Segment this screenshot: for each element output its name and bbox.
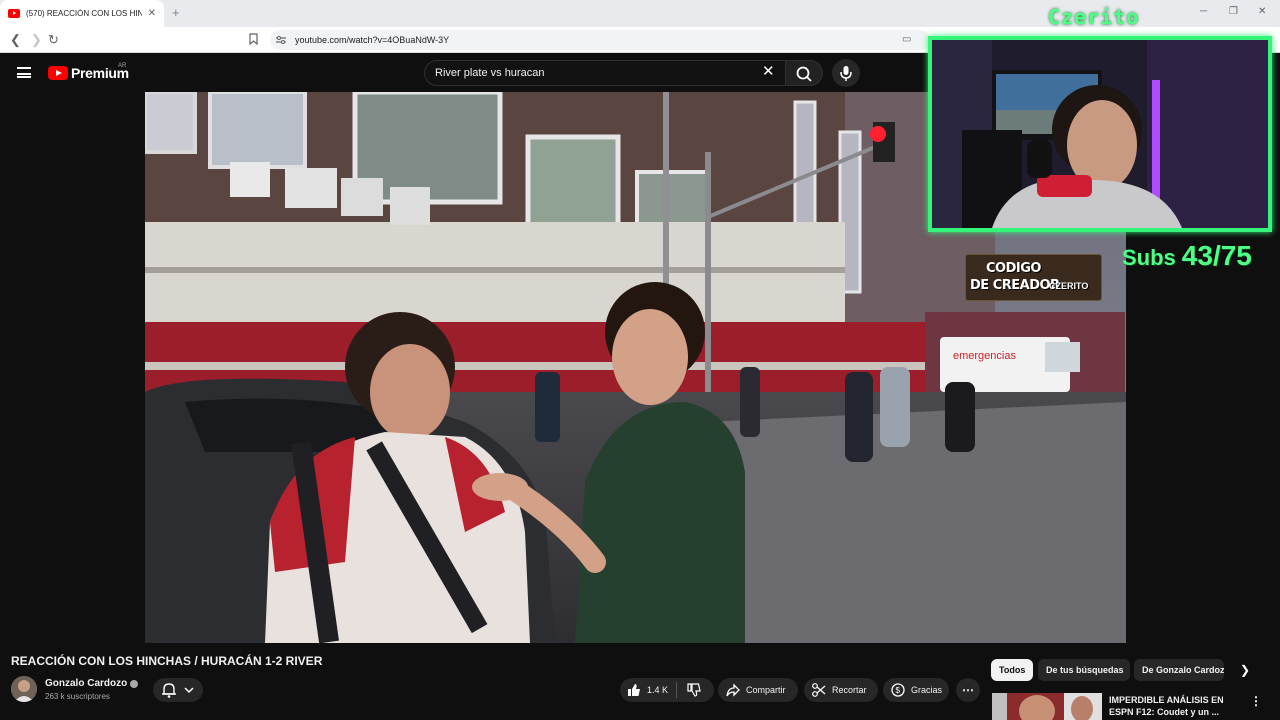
creator-code-name: CZERITO xyxy=(1049,281,1089,291)
forward-icon[interactable]: ❯ xyxy=(31,32,42,48)
thanks-label: Gracias xyxy=(911,685,943,695)
chip-from-searches[interactable]: De tus búsquedas xyxy=(1038,659,1130,681)
cast-icon[interactable]: ▭ xyxy=(902,34,911,45)
subs-goal: Subs 43/75 xyxy=(1122,240,1252,272)
new-tab-button[interactable]: + xyxy=(172,5,180,20)
subs-goal-label: Subs xyxy=(1122,245,1176,270)
avatar-image xyxy=(11,676,37,702)
more-vertical-icon[interactable]: ⋮ xyxy=(1250,694,1262,708)
browser-tab[interactable]: (570) REACCIÓN CON LOS HINCHAS ✕ xyxy=(0,0,164,27)
reload-icon[interactable]: ↻ xyxy=(48,32,59,48)
search-input[interactable]: River plate vs huracan xyxy=(424,60,786,86)
chip-all[interactable]: Todos xyxy=(991,659,1033,681)
thumb-down-icon xyxy=(687,683,701,697)
recommendation-title-line1: IMPERDIBLE ANÁLISIS EN xyxy=(1109,695,1224,705)
chips-next-icon[interactable]: ❯ xyxy=(1240,663,1250,677)
mic-icon xyxy=(840,66,852,81)
more-horizontal-icon: ⋯ xyxy=(962,683,974,697)
like-button[interactable] xyxy=(626,682,642,700)
share-icon xyxy=(726,683,740,697)
bookmark-icon[interactable] xyxy=(249,33,258,45)
restore-icon[interactable]: ❐ xyxy=(1229,6,1238,17)
country-code: AR xyxy=(118,63,127,69)
more-actions-button[interactable]: ⋯ xyxy=(956,678,980,702)
svg-text:$: $ xyxy=(896,686,901,695)
recommendation-thumbnail[interactable] xyxy=(992,693,1102,720)
creator-code-badge: CODIGO DE CREADOR CZERITO xyxy=(965,254,1102,301)
recommendation-title-line2: ESPN F12: Coudet y un ... xyxy=(1109,707,1220,717)
notification-button[interactable] xyxy=(153,678,203,702)
clear-search-icon[interactable]: ✕ xyxy=(762,64,775,80)
tab-close-icon[interactable]: ✕ xyxy=(148,8,156,19)
channel-name[interactable]: Gonzalo Cardozo xyxy=(45,678,127,689)
clip-button[interactable]: Recortar xyxy=(804,678,878,702)
recommendation-thumbnail-image xyxy=(992,693,1102,720)
creator-code-line2: DE CREADOR xyxy=(970,278,1060,293)
dislike-button[interactable] xyxy=(686,682,702,700)
back-icon[interactable]: ❮ xyxy=(10,32,21,48)
recommendation-title[interactable]: IMPERDIBLE ANÁLISIS EN ESPN F12: Coudet … xyxy=(1109,694,1239,718)
creator-code-line1: CODIGO xyxy=(986,261,1041,276)
share-label: Compartir xyxy=(746,685,786,695)
thanks-button[interactable]: $ Gracias xyxy=(883,678,949,702)
menu-icon[interactable] xyxy=(17,67,31,78)
super-thanks-icon: $ xyxy=(891,683,905,697)
video-title: REACCIÓN CON LOS HINCHAS / HURACÁN 1-2 R… xyxy=(11,654,323,668)
ambulance-text: emergencias xyxy=(953,350,1016,362)
chip-from-channel[interactable]: De Gonzalo Cardozo xyxy=(1134,659,1224,681)
url-field[interactable]: youtube.com/watch?v=4OBuaNdW-3Y xyxy=(270,30,930,50)
site-settings-icon[interactable] xyxy=(276,36,286,44)
tab-title: (570) REACCIÓN CON LOS HINCHAS xyxy=(26,9,142,18)
scissors-icon xyxy=(812,683,826,697)
subs-goal-count: 43/75 xyxy=(1181,240,1252,271)
youtube-favicon-icon xyxy=(8,9,20,18)
webcam-image xyxy=(932,40,1268,228)
window-close-icon[interactable]: ✕ xyxy=(1258,6,1266,17)
search-icon xyxy=(796,66,812,82)
search-button[interactable] xyxy=(785,60,823,86)
avatar[interactable] xyxy=(11,676,37,702)
webcam-overlay xyxy=(928,36,1272,232)
like-count[interactable]: 1.4 K xyxy=(647,685,668,695)
like-dislike-group: 1.4 K xyxy=(620,678,714,702)
verified-icon xyxy=(130,680,138,688)
minimize-icon[interactable]: ─ xyxy=(1200,6,1207,17)
share-button[interactable]: Compartir xyxy=(718,678,798,702)
thumb-up-icon xyxy=(628,684,640,696)
streamer-name: Czerito xyxy=(1048,5,1140,29)
voice-search-button[interactable] xyxy=(832,59,860,87)
youtube-logo-icon[interactable] xyxy=(48,66,68,80)
pill-divider xyxy=(676,682,677,698)
bell-icon xyxy=(162,683,194,698)
clip-label: Recortar xyxy=(832,685,867,695)
subscriber-count: 263 k suscriptores xyxy=(45,692,110,701)
